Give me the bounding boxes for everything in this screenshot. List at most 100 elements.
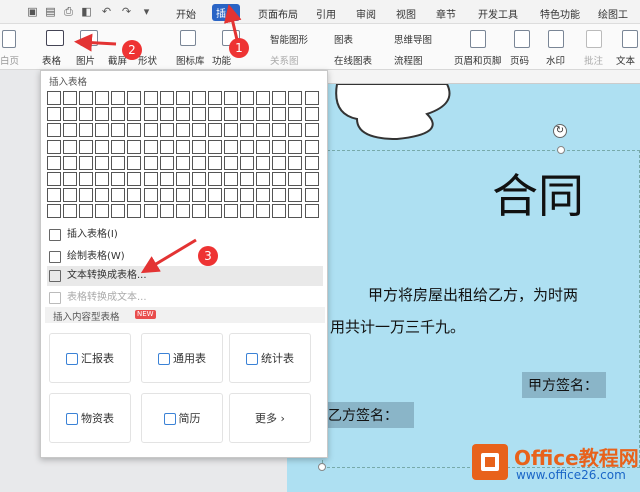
grid-cell[interactable] [111,171,126,186]
grid-cell[interactable] [207,91,222,105]
grid-cell[interactable] [95,188,110,203]
grid-cell[interactable] [224,171,239,186]
grid-cell[interactable] [175,107,190,122]
grid-cell[interactable] [240,188,255,203]
grid-cell[interactable] [224,155,239,170]
grid-cell[interactable] [127,139,142,154]
header-footer-button[interactable]: 页眉和页脚 [454,53,502,67]
grid-cell[interactable] [256,91,271,105]
rotate-handle-icon[interactable]: ↻ [553,124,567,138]
grid-cell[interactable] [79,123,94,138]
grid-cell[interactable] [207,188,222,203]
grid-cell[interactable] [47,91,61,105]
grid-cell[interactable] [256,139,271,154]
grid-cell[interactable] [256,204,271,219]
grid-cell[interactable] [111,188,126,203]
page-number-button[interactable]: 页码 [510,53,529,67]
grid-cell[interactable] [95,91,110,105]
grid-cell[interactable] [191,188,206,203]
grid-cell[interactable] [288,91,303,105]
card-statistics[interactable]: 统计表 [229,333,311,383]
grid-cell[interactable] [272,188,287,203]
grid-cell[interactable] [175,155,190,170]
grid-cell[interactable] [256,123,271,138]
grid-cell[interactable] [224,107,239,122]
tab-developer[interactable]: 开发工具 [478,6,518,21]
grid-cell[interactable] [79,91,94,105]
grid-cell[interactable] [63,171,78,186]
grid-cell[interactable] [47,204,61,219]
smartart-button[interactable]: 智能图形 [270,32,308,46]
grid-cell[interactable] [159,204,174,219]
grid-cell[interactable] [159,107,174,122]
grid-cell[interactable] [47,188,61,203]
textbox-icon[interactable] [622,30,638,48]
menu-item-draw-table[interactable]: 绘制表格(W) [47,247,323,267]
watermark-icon[interactable] [548,30,564,48]
grid-cell[interactable] [240,171,255,186]
grid-cell[interactable] [288,107,303,122]
grid-cell[interactable] [240,123,255,138]
grid-cell[interactable] [224,123,239,138]
icon-library-button[interactable]: 图标库 [176,53,205,67]
grid-cell[interactable] [95,107,110,122]
grid-cell[interactable] [224,91,239,105]
grid-cell[interactable] [175,171,190,186]
card-resume[interactable]: 简历 [141,393,223,443]
grid-cell[interactable] [240,155,255,170]
grid-cell[interactable] [47,155,61,170]
print-icon[interactable]: ⎙ [62,5,75,18]
grid-cell[interactable] [191,91,206,105]
grid-cell[interactable] [127,155,142,170]
resize-handle[interactable] [557,146,565,154]
grid-cell[interactable] [224,139,239,154]
watermark-button[interactable]: 水印 [546,53,565,67]
undo-icon[interactable]: ↶ [100,5,113,18]
card-more[interactable]: 更多 › [229,393,311,443]
grid-cell[interactable] [63,91,78,105]
grid-cell[interactable] [143,91,158,105]
grid-cell[interactable] [191,123,206,138]
grid-cell[interactable] [288,155,303,170]
page-number-icon[interactable] [514,30,530,48]
grid-cell[interactable] [79,204,94,219]
grid-cell[interactable] [79,171,94,186]
grid-cell[interactable] [95,139,110,154]
grid-cell[interactable] [272,155,287,170]
grid-cell[interactable] [191,204,206,219]
grid-cell[interactable] [159,188,174,203]
grid-cell[interactable] [143,204,158,219]
header-footer-icon[interactable] [470,30,486,48]
table-button[interactable]: 表格 [42,53,61,67]
grid-cell[interactable] [175,188,190,203]
grid-cell[interactable] [304,171,319,186]
chart-button[interactable]: 图表 [334,32,353,46]
grid-cell[interactable] [111,107,126,122]
grid-cell[interactable] [111,91,126,105]
grid-cell[interactable] [79,107,94,122]
grid-cell[interactable] [240,204,255,219]
grid-cell[interactable] [111,204,126,219]
grid-cell[interactable] [127,91,142,105]
grid-cell[interactable] [207,171,222,186]
grid-cell[interactable] [191,171,206,186]
comment-icon[interactable] [586,30,602,48]
tab-view[interactable]: 视图 [396,6,416,21]
grid-cell[interactable] [256,171,271,186]
grid-cell[interactable] [127,107,142,122]
grid-cell[interactable] [304,188,319,203]
tab-review[interactable]: 审阅 [356,6,376,21]
grid-cell[interactable] [159,123,174,138]
grid-cell[interactable] [175,123,190,138]
grid-cell[interactable] [304,155,319,170]
tab-references[interactable]: 引用 [316,6,336,21]
menu-item-text-to-table[interactable]: 文本转换成表格... [47,266,323,286]
grid-cell[interactable] [207,107,222,122]
grid-cell[interactable] [95,123,110,138]
grid-cell[interactable] [288,204,303,219]
grid-cell[interactable] [63,123,78,138]
grid-cell[interactable] [47,171,61,186]
grid-cell[interactable] [47,107,61,122]
online-chart-button[interactable]: 在线图表 [334,53,372,67]
grid-cell[interactable] [224,204,239,219]
